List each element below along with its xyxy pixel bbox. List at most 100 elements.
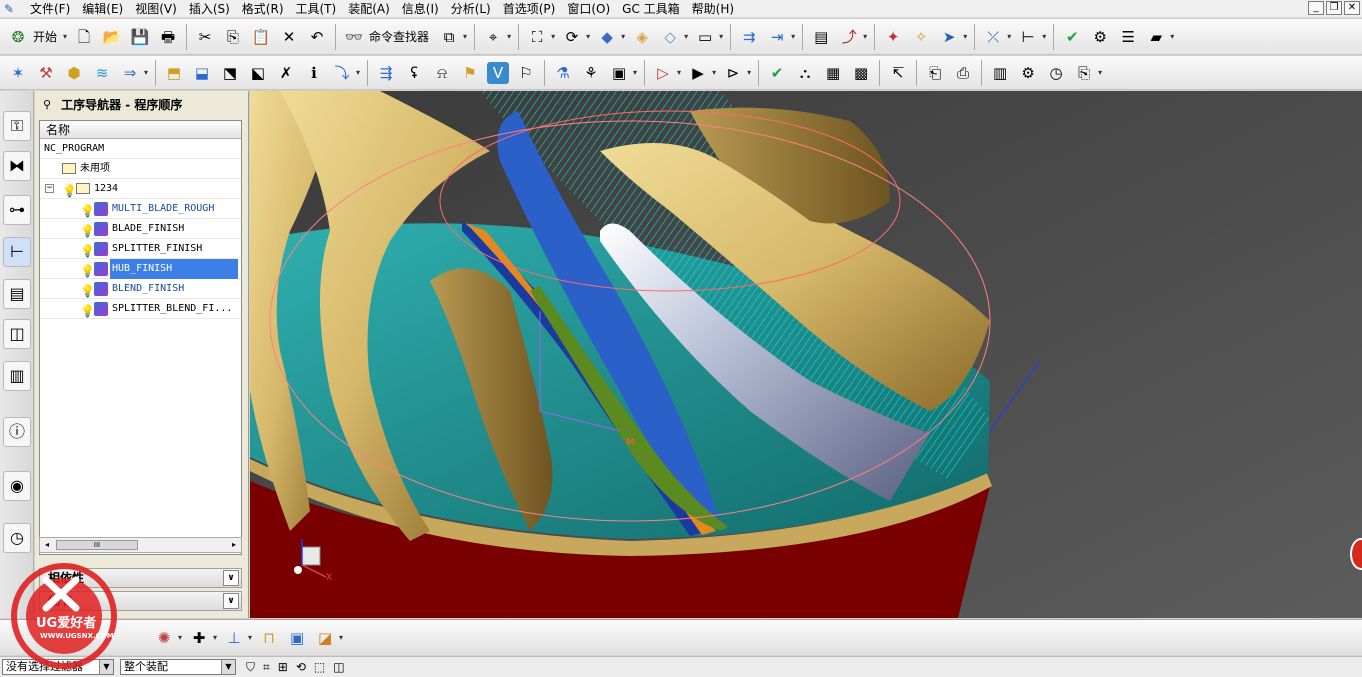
verify-path-icon[interactable]: V	[487, 61, 510, 84]
create-geometry-icon[interactable]: ⬢	[63, 62, 85, 84]
operation-navigator-icon[interactable]: ⊢	[3, 237, 31, 267]
batch-icon[interactable]: ⛬	[794, 62, 816, 84]
generate-path-icon[interactable]: ⤵	[331, 62, 353, 84]
tree-row-operation[interactable]: 💡 BLEND_FINISH	[40, 279, 241, 299]
save-icon[interactable]: 💾	[129, 26, 151, 48]
undo-icon[interactable]: ↶	[306, 26, 328, 48]
dropdown-icon[interactable]: ▾	[684, 32, 688, 41]
dropdown-icon[interactable]: ▾	[1170, 32, 1174, 41]
display-path-icon[interactable]: ▷	[652, 62, 674, 84]
background-color-icon[interactable]: ▭	[694, 26, 716, 48]
tool-icon[interactable]: ⚗	[552, 62, 574, 84]
menu-view[interactable]: 视图(V)	[129, 0, 183, 18]
create-method-icon[interactable]: ≋	[91, 62, 113, 84]
dropdown-icon[interactable]: ▾	[213, 633, 217, 642]
object-info-icon[interactable]: ℹ	[303, 62, 325, 84]
menu-assembly[interactable]: 装配(A)	[342, 0, 396, 18]
menu-window[interactable]: 窗口(O)	[561, 0, 616, 18]
select-all-icon[interactable]: ⊞	[278, 660, 288, 674]
history-icon[interactable]: ◉	[3, 471, 31, 501]
start-icon[interactable]: ❂	[7, 26, 29, 48]
chevron-down-icon[interactable]: ∨	[223, 593, 239, 609]
paste-icon[interactable]: 📋	[250, 26, 272, 48]
binoculars-icon[interactable]: 👓	[343, 26, 365, 48]
pointer-icon[interactable]: ↸	[887, 62, 909, 84]
restore-button[interactable]: ❐	[1326, 1, 1342, 15]
menu-file[interactable]: 文件(F)	[24, 0, 76, 18]
filter-icon[interactable]: ⛉	[246, 660, 255, 675]
measure-icon[interactable]: ⤫	[982, 26, 1004, 48]
snap-point-icon[interactable]: ✧	[910, 26, 932, 48]
tree-row-nc-program[interactable]: NC_PROGRAM	[40, 139, 241, 159]
dropdown-icon[interactable]: ▾	[747, 68, 751, 77]
path-icon[interactable]: ⍾	[431, 62, 453, 84]
post-icon[interactable]: ▰	[1145, 26, 1167, 48]
menu-edit[interactable]: 编辑(E)	[76, 0, 129, 18]
paste-object-icon[interactable]: ⎙	[952, 62, 974, 84]
open-folder-icon[interactable]: 📂	[101, 26, 123, 48]
dropdown-icon[interactable]: ▾	[677, 68, 681, 77]
dropdown-icon[interactable]: ▾	[1098, 68, 1102, 77]
table-icon[interactable]: ▦	[822, 62, 844, 84]
menu-preferences[interactable]: 首选项(P)	[497, 0, 562, 18]
dropdown-icon[interactable]: ▾	[712, 68, 716, 77]
edit-object-icon[interactable]: ✗	[275, 62, 297, 84]
program-view-icon[interactable]: ⬒	[163, 62, 185, 84]
export-icon[interactable]: ⎘	[1073, 62, 1095, 84]
dropdown-icon[interactable]: ▾	[339, 633, 343, 642]
replay-icon[interactable]: ⇶	[375, 62, 397, 84]
menu-info[interactable]: 信息(I)	[396, 0, 445, 18]
tool-holder-icon[interactable]: ⊳	[722, 62, 744, 84]
dropdown-icon[interactable]: ▾	[1007, 32, 1011, 41]
part-navigator-icon[interactable]: ⊶	[3, 195, 31, 225]
dropdown-icon[interactable]: ▾	[463, 32, 467, 41]
motion-icon[interactable]: ➤	[938, 26, 960, 48]
cylinder-icon[interactable]: ⊓	[258, 627, 280, 649]
wcs-dynamic-icon[interactable]: ⊥	[223, 627, 245, 649]
wcs-icon[interactable]: ⤴	[838, 26, 860, 48]
animate-path-icon[interactable]: ▶	[687, 62, 709, 84]
cut-icon[interactable]: ✂	[194, 26, 216, 48]
box-icon[interactable]: ◪	[314, 627, 336, 649]
transform-icon[interactable]: ⇥	[766, 26, 788, 48]
tree-row-program-1234[interactable]: − 💡 1234	[40, 179, 241, 199]
tool-view-icon[interactable]: ⬓	[191, 62, 213, 84]
scroll-left-icon[interactable]: ◂	[40, 538, 54, 552]
tree-row-operation[interactable]: 💡 BLADE_FINISH	[40, 219, 241, 239]
constraint-navigator-icon[interactable]: ⧓	[3, 151, 31, 181]
box-select-icon[interactable]: ⬚	[314, 660, 325, 674]
dropdown-icon[interactable]: ▾	[621, 32, 625, 41]
snap-endpoint-icon[interactable]: ⌗	[263, 660, 270, 675]
copy-object-icon[interactable]: ⎗	[924, 62, 946, 84]
intersect-icon[interactable]: ⟲	[296, 660, 306, 674]
graphics-viewport[interactable]: M X	[250, 91, 1362, 618]
view-cube-icon[interactable]: ◫	[333, 660, 344, 674]
list-icon[interactable]: ☰	[1117, 26, 1139, 48]
menu-insert[interactable]: 插入(S)	[183, 0, 236, 18]
copy-icon[interactable]: ⎘	[222, 26, 244, 48]
geometry-view-icon[interactable]: ⬔	[219, 62, 241, 84]
selection-info-icon[interactable]: ⌖	[482, 26, 504, 48]
menu-tools[interactable]: 工具(T)	[290, 0, 343, 18]
dropdown-icon[interactable]: ▾	[863, 32, 867, 41]
chevron-down-icon[interactable]: ∨	[223, 570, 239, 586]
dropdown-icon[interactable]: ▾	[178, 633, 182, 642]
move-icon[interactable]: ⇉	[738, 26, 760, 48]
collapse-icon[interactable]: −	[45, 184, 54, 193]
tree-row-operation-selected[interactable]: 💡 HUB_FINISH	[40, 259, 241, 279]
machine-icon[interactable]: ⚙	[1089, 26, 1111, 48]
print-icon[interactable]: 🖶	[157, 26, 179, 48]
approve-icon[interactable]: ✔	[766, 62, 788, 84]
web-browser-icon[interactable]: ⓘ	[3, 417, 31, 447]
clock-icon[interactable]: ◷	[3, 523, 31, 553]
machine-navigator-icon[interactable]: ▤	[3, 279, 31, 309]
reuse-library-icon[interactable]: ◫	[3, 319, 31, 349]
layer-icon[interactable]: ◈	[631, 26, 653, 48]
dropdown-icon[interactable]: ▾	[963, 32, 967, 41]
output-icon[interactable]: ▣	[608, 62, 630, 84]
delete-icon[interactable]: ✕	[278, 26, 300, 48]
close-button[interactable]: ✕	[1344, 1, 1360, 15]
dropdown-icon[interactable]: ▾	[356, 68, 360, 77]
fit-view-icon[interactable]: ⛶	[526, 26, 548, 48]
rotate-view-icon[interactable]: ⟳	[561, 26, 583, 48]
